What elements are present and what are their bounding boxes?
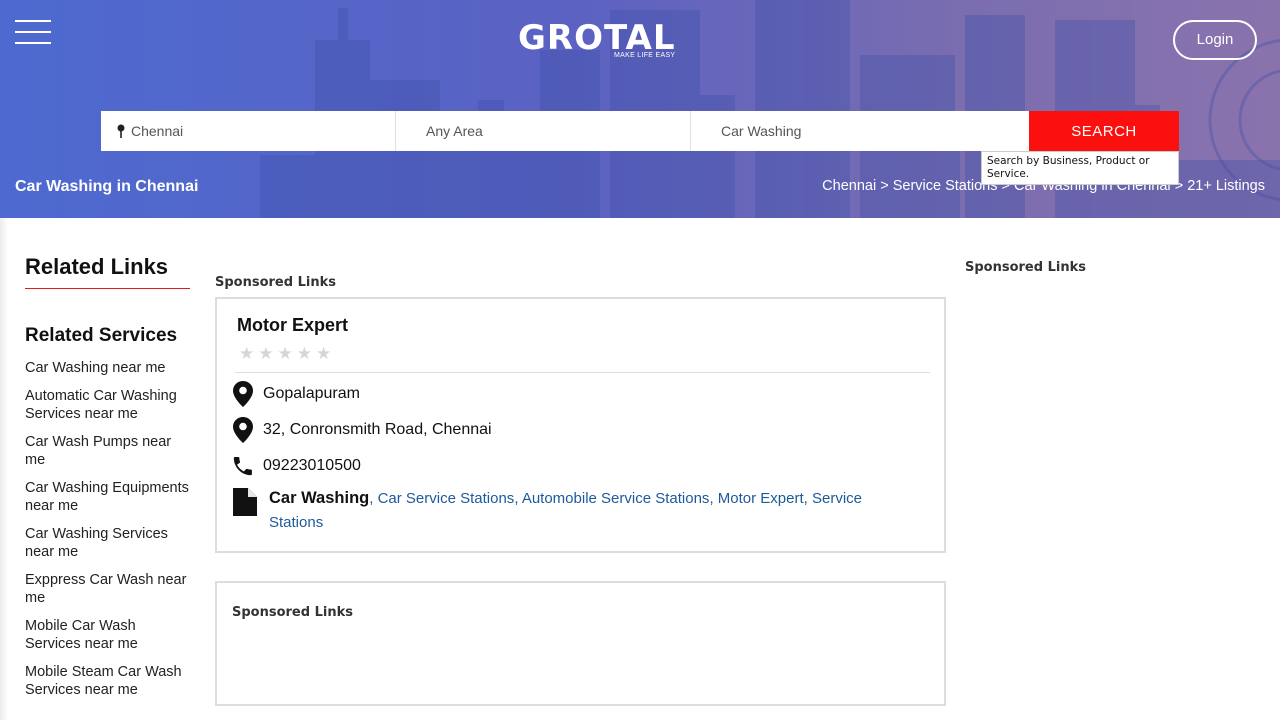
category-link[interactable]: Automobile Service Stations [522, 490, 710, 507]
sidebar: Related Links Related Services Car Washi… [25, 254, 195, 709]
related-links-title: Related Links [25, 254, 190, 289]
related-service-link[interactable]: Car Washing Services near me [25, 525, 190, 561]
phone-icon [233, 457, 252, 476]
related-service-link[interactable]: Car Washing Equipments near me [25, 479, 190, 515]
area-placeholder: Any Area [426, 123, 483, 139]
page-title: Car Washing in Chennai [15, 178, 199, 195]
search-tooltip: Search by Business, Product or Service. [981, 151, 1179, 185]
listing-count: 21+ Listings [1187, 178, 1265, 194]
city-field[interactable]: Chennai [101, 111, 396, 151]
related-service-link[interactable]: Mobile Car Wash Services near me [25, 617, 190, 653]
related-service-link[interactable]: Exppress Car Wash near me [25, 571, 190, 607]
related-service-link[interactable]: Mobile Steam Car Wash Services near me [25, 663, 190, 699]
login-button[interactable]: Login [1173, 20, 1257, 60]
document-icon [233, 488, 257, 516]
breadcrumb-city[interactable]: Chennai [822, 178, 876, 194]
main-category[interactable]: Car Washing [269, 489, 369, 507]
grotal-logo[interactable]: GROTAL MAKE LIFE EASY [518, 18, 688, 66]
divider [235, 372, 930, 373]
star-icon: ★ [258, 344, 274, 363]
area-field[interactable]: Any Area [396, 111, 691, 151]
related-services-list: Car Washing near me Automatic Car Washin… [25, 359, 195, 699]
hero-banner: GROTAL MAKE LIFE EASY Login Car Washing … [0, 0, 1280, 218]
related-service-link[interactable]: Car Washing near me [25, 359, 190, 377]
sponsored-links-label: Sponsored Links [232, 605, 353, 620]
listing-address-row: 32, Conronsmith Road, Chennai [233, 417, 492, 443]
listing-address: 32, Conronsmith Road, Chennai [263, 421, 492, 438]
sponsored-links-label: Sponsored Links [215, 275, 336, 290]
related-service-link[interactable]: Car Wash Pumps near me [25, 433, 190, 469]
listing-locality: Gopalapuram [263, 385, 360, 402]
sponsored-ad-card: Sponsored Links [215, 581, 946, 706]
star-icon: ★ [277, 344, 293, 363]
star-icon: ★ [296, 344, 312, 363]
related-service-link[interactable]: Automatic Car Washing Services near me [25, 387, 190, 423]
city-value: Chennai [131, 123, 184, 139]
category-link[interactable]: Car Service Stations [378, 490, 515, 507]
search-button[interactable]: SEARCH [1029, 111, 1179, 151]
query-field[interactable]: Car Washing [691, 111, 1029, 151]
map-pin-icon [233, 417, 253, 443]
listing-name[interactable]: Motor Expert [237, 315, 348, 336]
query-value: Car Washing [721, 123, 802, 139]
star-icon: ★ [239, 344, 255, 363]
star-icon: ★ [316, 344, 332, 363]
listing-locality-row: Gopalapuram [233, 381, 360, 407]
related-services-title: Related Services [25, 325, 178, 346]
map-pin-icon [233, 381, 253, 407]
logo-tagline: MAKE LIFE EASY [614, 52, 676, 59]
map-pin-icon [117, 124, 125, 138]
listing-phone[interactable]: 09223010500 [263, 457, 361, 475]
rating-stars[interactable]: ★ ★ ★ ★ ★ [239, 345, 331, 363]
listing-card: Motor Expert ★ ★ ★ ★ ★ Gopalapuram 32, C… [215, 297, 946, 553]
listing-phone-row[interactable]: 09223010500 [233, 453, 361, 479]
search-bar: Chennai Any Area Car Washing SEARCH [101, 111, 1179, 151]
menu-button[interactable] [15, 20, 51, 46]
sponsored-links-label-right: Sponsored Links [965, 260, 1086, 275]
hamburger-icon [15, 20, 51, 22]
category-link[interactable]: Motor Expert [718, 490, 804, 507]
